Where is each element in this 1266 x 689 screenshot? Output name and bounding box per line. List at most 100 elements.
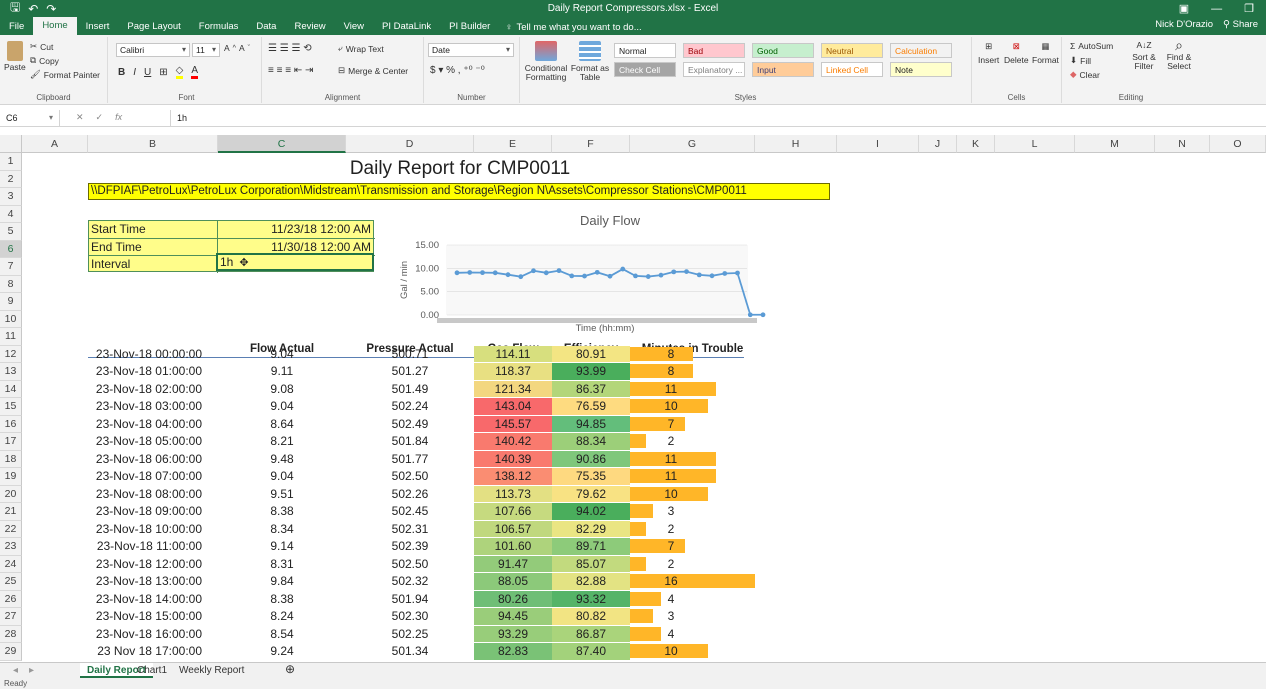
efficiency-cell[interactable]: 86.87 <box>552 625 630 643</box>
time-cell[interactable]: 23-Nov-18 05:00:00 <box>88 433 218 451</box>
flow-actual-cell[interactable]: 9.11 <box>218 363 346 381</box>
gas-flow-cell[interactable]: 145.57 <box>474 415 552 433</box>
time-cell[interactable]: 23-Nov-18 07:00:00 <box>88 468 218 486</box>
copy-button[interactable]: ⧉ Copy <box>30 55 59 66</box>
gas-flow-cell[interactable]: 118.37 <box>474 363 552 381</box>
row-header-4[interactable]: 4 <box>0 205 22 223</box>
interval-value[interactable]: 1h <box>220 255 233 269</box>
time-cell[interactable]: 23-Nov-18 14:00:00 <box>88 591 218 609</box>
font-name-combo[interactable]: Calibri <box>116 43 190 57</box>
efficiency-cell[interactable]: 93.32 <box>552 590 630 608</box>
time-cell[interactable]: 23-Nov-18 06:00:00 <box>88 451 218 469</box>
redo-icon[interactable]: ↷ <box>46 2 56 16</box>
pressure-actual-cell[interactable]: 501.49 <box>346 381 474 399</box>
row-header-9[interactable]: 9 <box>0 293 22 311</box>
column-header-a[interactable]: A <box>22 135 88 153</box>
pressure-actual-cell[interactable]: 501.94 <box>346 591 474 609</box>
tab-pi-builder[interactable]: PI Builder <box>440 19 499 35</box>
column-header-n[interactable]: N <box>1155 135 1210 153</box>
minutes-in-trouble-cell[interactable]: 10 <box>630 486 755 504</box>
gas-flow-cell[interactable]: 121.34 <box>474 380 552 398</box>
undo-icon[interactable]: ↶ <box>28 2 38 16</box>
font-color-icon[interactable]: A <box>191 65 199 79</box>
flow-actual-cell[interactable]: 8.54 <box>218 626 346 644</box>
style-good[interactable]: Good <box>752 43 814 58</box>
vertical-align-buttons[interactable]: ☰ ☰ ☰ ⟲ <box>268 43 312 54</box>
pressure-actual-cell[interactable]: 502.30 <box>346 608 474 626</box>
pressure-actual-cell[interactable]: 502.50 <box>346 468 474 486</box>
efficiency-cell[interactable]: 86.37 <box>552 380 630 398</box>
time-cell[interactable]: 23-Nov-18 01:00:00 <box>88 363 218 381</box>
efficiency-cell[interactable]: 82.29 <box>552 520 630 538</box>
pressure-actual-cell[interactable]: 501.34 <box>346 643 474 661</box>
time-cell[interactable]: 23-Nov-18 10:00:00 <box>88 521 218 539</box>
tell-me-box[interactable]: ♀ Tell me what you want to do... <box>505 19 641 35</box>
select-all-corner[interactable] <box>0 135 22 153</box>
efficiency-cell[interactable]: 75.35 <box>552 468 630 486</box>
end-time-label[interactable]: End Time <box>91 239 142 256</box>
tab-formulas[interactable]: Formulas <box>190 19 248 35</box>
gas-flow-cell[interactable]: 88.05 <box>474 573 552 591</box>
flow-actual-cell[interactable]: 9.51 <box>218 486 346 504</box>
style-normal[interactable]: Normal <box>614 43 676 58</box>
tab-review[interactable]: Review <box>285 19 334 35</box>
find-select-button[interactable]: ⌕ Find & Select <box>1162 38 1196 71</box>
efficiency-cell[interactable]: 94.02 <box>552 503 630 521</box>
minutes-in-trouble-cell[interactable]: 7 <box>630 416 755 434</box>
tab-view[interactable]: View <box>335 19 373 35</box>
report-title[interactable]: Daily Report for CMP0011 <box>300 158 620 180</box>
time-cell[interactable]: 23 Nov 18 17:00:00 <box>88 643 218 661</box>
pressure-actual-cell[interactable]: 502.49 <box>346 416 474 434</box>
horizontal-align-buttons[interactable]: ≡ ≡ ≡ ⇤ ⇥ <box>268 65 313 76</box>
bold-button[interactable]: B <box>118 67 125 78</box>
style-note[interactable]: Note <box>890 62 952 77</box>
gas-flow-cell[interactable]: 107.66 <box>474 503 552 521</box>
number-format-combo[interactable]: Date <box>428 43 514 57</box>
name-box[interactable]: C6 <box>0 109 60 126</box>
sheet-tab-chart1[interactable]: Chart1 <box>130 663 174 678</box>
pressure-actual-cell[interactable]: 502.39 <box>346 538 474 556</box>
style-calculation[interactable]: Calculation <box>890 43 952 58</box>
row-header-7[interactable]: 7 <box>0 258 22 276</box>
pressure-actual-cell[interactable]: 502.50 <box>346 556 474 574</box>
borders-icon[interactable]: ⊞ <box>159 67 167 78</box>
minutes-in-trouble-cell[interactable]: 3 <box>630 608 755 626</box>
gas-flow-cell[interactable]: 140.39 <box>474 450 552 468</box>
gas-flow-cell[interactable]: 114.11 <box>474 345 552 363</box>
worksheet-grid[interactable]: ABCDEFGHIJKLMNOP123456789101112131415161… <box>0 135 1266 662</box>
efficiency-cell[interactable]: 94.85 <box>552 415 630 433</box>
time-cell[interactable]: 23-Nov-18 00:00:00 <box>88 346 218 364</box>
flow-actual-cell[interactable]: 9.04 <box>218 398 346 416</box>
flow-actual-cell[interactable]: 8.38 <box>218 591 346 609</box>
column-header-c[interactable]: C <box>218 135 346 153</box>
column-header-g[interactable]: G <box>630 135 755 153</box>
style-bad[interactable]: Bad <box>683 43 745 58</box>
efficiency-cell[interactable]: 93.99 <box>552 363 630 381</box>
minutes-in-trouble-cell[interactable]: 8 <box>630 363 755 381</box>
gas-flow-cell[interactable]: 106.57 <box>474 520 552 538</box>
time-cell[interactable]: 23-Nov-18 09:00:00 <box>88 503 218 521</box>
format-painter-button[interactable]: 🖌 Format Painter <box>30 69 100 80</box>
minutes-in-trouble-cell[interactable]: 11 <box>630 468 755 486</box>
minutes-in-trouble-cell[interactable]: 2 <box>630 521 755 539</box>
efficiency-cell[interactable]: 80.82 <box>552 608 630 626</box>
pressure-actual-cell[interactable]: 502.45 <box>346 503 474 521</box>
time-cell[interactable]: 23-Nov-18 11:00:00 <box>88 538 218 556</box>
delete-cells-button[interactable]: ⊠ Delete <box>1004 41 1029 65</box>
grow-font-button[interactable]: A ^ Aˇ <box>224 43 250 53</box>
time-cell[interactable]: 23-Nov-18 02:00:00 <box>88 381 218 399</box>
efficiency-cell[interactable]: 87.40 <box>552 643 630 661</box>
column-header-i[interactable]: I <box>837 135 919 153</box>
column-header-f[interactable]: F <box>552 135 630 153</box>
new-sheet-icon[interactable]: ⊕ <box>278 663 302 678</box>
efficiency-cell[interactable]: 90.86 <box>552 450 630 468</box>
format-as-table-button[interactable]: Format as Table <box>570 41 610 82</box>
time-cell[interactable]: 23-Nov-18 04:00:00 <box>88 416 218 434</box>
time-cell[interactable]: 23-Nov-18 12:00:00 <box>88 556 218 574</box>
minutes-in-trouble-cell[interactable]: 16 <box>630 573 755 591</box>
cancel-icon[interactable]: ✕ <box>76 112 84 123</box>
column-header-e[interactable]: E <box>474 135 552 153</box>
tab-file[interactable]: File <box>0 19 33 35</box>
efficiency-cell[interactable]: 88.34 <box>552 433 630 451</box>
tab-insert[interactable]: Insert <box>77 19 119 35</box>
